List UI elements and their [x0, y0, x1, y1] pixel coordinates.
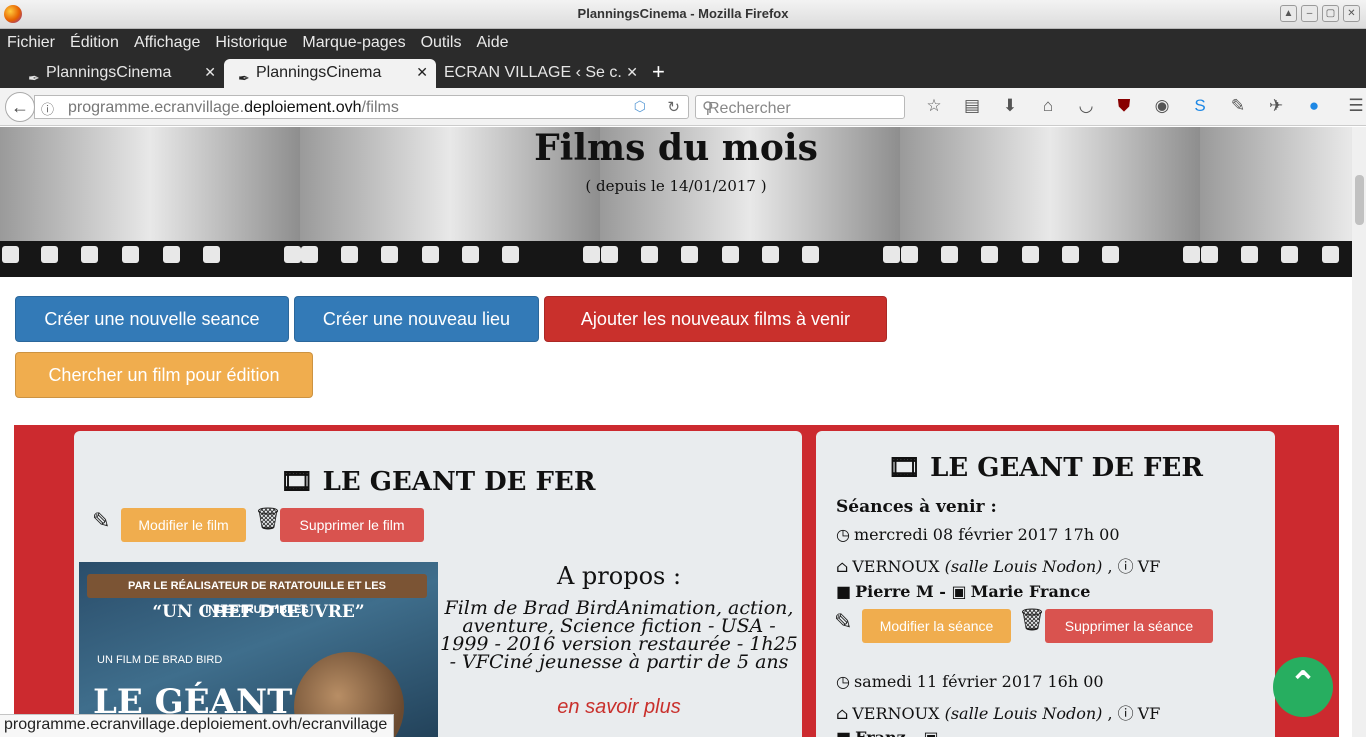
- more-info-link[interactable]: en savoir plus: [439, 696, 799, 719]
- house-icon: ⌂: [836, 557, 849, 576]
- delete-seance-button[interactable]: Supprimer la séance: [1045, 609, 1213, 643]
- tab-bar: ✒ PlanningsCinema ✕ ✒ PlanningsCinema ✕ …: [0, 57, 1366, 88]
- window-title: PlanningsCinema - Mozilla Firefox: [577, 6, 789, 21]
- hamburger-menu-icon[interactable]: ☰: [1337, 96, 1366, 116]
- reader-icon[interactable]: ▤: [953, 96, 991, 116]
- home-icon[interactable]: ⌂: [1029, 96, 1067, 116]
- info-circle-icon: ⓘ: [1117, 704, 1134, 723]
- menu-outils[interactable]: Outils: [421, 34, 462, 52]
- seance-film-title: 🎞 LE GEANT DE FER: [888, 453, 1203, 483]
- page-title: Films du mois: [534, 127, 818, 169]
- window-minimize-icon[interactable]: –: [1301, 5, 1318, 22]
- skype-icon[interactable]: S: [1181, 96, 1219, 116]
- search-placeholder: ⚲ Rechercher: [702, 100, 791, 117]
- drop-icon[interactable]: ●: [1295, 96, 1333, 116]
- seances-heading: Séances à venir :: [836, 497, 997, 517]
- trash-icon: 🗑: [1018, 607, 1046, 632]
- search-film-button[interactable]: Chercher un film pour édition: [15, 352, 313, 398]
- video-camera-icon: ■: [836, 728, 851, 737]
- house-icon: ⌂: [836, 704, 849, 723]
- cube-icon[interactable]: ⬡: [634, 98, 646, 115]
- close-tab-icon[interactable]: ✕: [416, 59, 428, 86]
- star-icon[interactable]: ☆: [915, 96, 953, 116]
- create-seance-button[interactable]: Créer une nouvelle seance: [15, 296, 289, 342]
- window-close-icon[interactable]: ✕: [1343, 5, 1360, 22]
- page-header-banner: Films du mois ( depuis le 14/01/2017 ): [0, 127, 1352, 277]
- seance-place: ⌂ VERNOUX (salle Louis Nodon) , ⓘ VF: [836, 704, 1161, 723]
- seance-datetime: ◷ samedi 11 février 2017 16h 00: [836, 672, 1104, 691]
- back-button[interactable]: ←: [5, 92, 35, 122]
- scroll-to-top-button[interactable]: ⌃: [1273, 657, 1333, 717]
- film-title: 🎞 LE GEANT DE FER: [280, 467, 596, 497]
- page-content: Films du mois ( depuis le 14/01/2017 ) C…: [0, 127, 1352, 737]
- download-icon[interactable]: ⬇: [991, 96, 1029, 116]
- film-strip-decoration: [0, 241, 1352, 277]
- video-camera-icon: ■: [836, 582, 852, 601]
- pen-nib-icon: ✒: [28, 70, 40, 86]
- menu-historique[interactable]: Historique: [215, 34, 287, 52]
- tab-ecran-village[interactable]: ECRAN VILLAGE ‹ Se c... ✕: [436, 59, 646, 88]
- pen-icon[interactable]: ✎: [1219, 96, 1257, 116]
- pocket-icon[interactable]: ◡: [1067, 96, 1105, 116]
- trash-icon: 🗑: [254, 506, 282, 531]
- close-tab-icon[interactable]: ✕: [204, 59, 216, 86]
- clock-icon: ◷: [836, 672, 850, 691]
- tab-planningscinema-2[interactable]: ✒ PlanningsCinema ✕: [224, 59, 436, 88]
- reload-icon[interactable]: ↻: [667, 98, 680, 116]
- new-tab-icon[interactable]: +: [652, 59, 665, 85]
- ublock-icon[interactable]: ⛊: [1105, 96, 1143, 116]
- film-poster[interactable]: PAR LE RÉALISATEUR DE RATATOUILLE ET LES…: [79, 562, 438, 737]
- navigation-bar: ⓘ programme.ecranvillage.deploiement.ovh…: [0, 88, 1366, 126]
- page-scrollbar-thumb[interactable]: [1355, 175, 1364, 225]
- info-icon[interactable]: ⓘ: [41, 99, 54, 118]
- search-input[interactable]: ⚲ Rechercher: [695, 95, 905, 119]
- url-text[interactable]: programme.ecranvillage.deploiement.ovh/f…: [68, 99, 399, 117]
- menu-aide[interactable]: Aide: [476, 34, 508, 52]
- menu-edition[interactable]: Édition: [70, 34, 119, 52]
- briefcase-icon: ▣: [924, 728, 939, 737]
- pen-nib-icon: ✒: [238, 70, 250, 86]
- close-tab-icon[interactable]: ✕: [622, 59, 638, 86]
- seance-datetime: ◷ mercredi 08 février 2017 17h 00: [836, 525, 1120, 544]
- url-bar[interactable]: ⓘ programme.ecranvillage.deploiement.ovh…: [34, 95, 689, 119]
- add-films-button[interactable]: Ajouter les nouveaux films à venir: [544, 296, 887, 342]
- film-icon: 🎞: [280, 467, 314, 497]
- page-subtitle: ( depuis le 14/01/2017 ): [585, 177, 767, 195]
- menu-affichage[interactable]: Affichage: [134, 34, 200, 52]
- chevron-up-icon: ⌃: [1288, 665, 1318, 703]
- create-lieu-button[interactable]: Créer une nouveau lieu: [294, 296, 539, 342]
- window-up-icon[interactable]: ▲: [1280, 5, 1297, 22]
- plane-icon[interactable]: ✈: [1257, 96, 1295, 116]
- seance-staff: ■ Pierre M - ▣ Marie France: [836, 582, 1091, 601]
- menu-fichier[interactable]: Fichier: [7, 34, 55, 52]
- menu-marque-pages[interactable]: Marque-pages: [302, 34, 405, 52]
- tab-label: PlanningsCinema: [46, 64, 172, 81]
- briefcase-icon: ▣: [951, 582, 967, 601]
- edit-film-button[interactable]: Modifier le film: [121, 508, 246, 542]
- delete-film-button[interactable]: Supprimer le film: [280, 508, 424, 542]
- pencil-icon: ✎: [92, 508, 111, 533]
- clock-icon: ◷: [836, 525, 850, 544]
- extension-icon[interactable]: ◉: [1143, 96, 1181, 116]
- about-text: Film de Brad BirdAnimation, action, aven…: [440, 597, 798, 673]
- seance-place: ⌂ VERNOUX (salle Louis Nodon) , ⓘ VF: [836, 557, 1161, 576]
- seance-card: 🎞 LE GEANT DE FER Séances à venir : ◷ mer…: [816, 431, 1275, 737]
- tab-planningscinema-1[interactable]: ✒ PlanningsCinema ✕: [0, 59, 224, 88]
- window-maximize-icon[interactable]: ▢: [1322, 5, 1339, 22]
- film-icon: 🎞: [888, 453, 922, 483]
- edit-seance-button[interactable]: Modifier la séance: [862, 609, 1011, 643]
- tab-label: PlanningsCinema: [256, 64, 382, 81]
- info-circle-icon: ⓘ: [1117, 557, 1134, 576]
- menu-bar: Fichier Édition Affichage Historique Mar…: [0, 29, 1366, 57]
- tab-label: ECRAN VILLAGE ‹ Se c...: [444, 64, 631, 81]
- window-titlebar: PlanningsCinema - Mozilla Firefox ▲ – ▢ …: [0, 0, 1366, 29]
- pencil-icon: ✎: [834, 609, 853, 634]
- seance-staff: ■Franz - ▣: [836, 728, 943, 737]
- status-bar: programme.ecranvillage.deploiement.ovh/e…: [0, 714, 395, 737]
- film-card: 🎞 LE GEANT DE FER ✎ Modifier le film 🗑 S…: [74, 431, 802, 737]
- about-heading: A propos :: [556, 562, 682, 590]
